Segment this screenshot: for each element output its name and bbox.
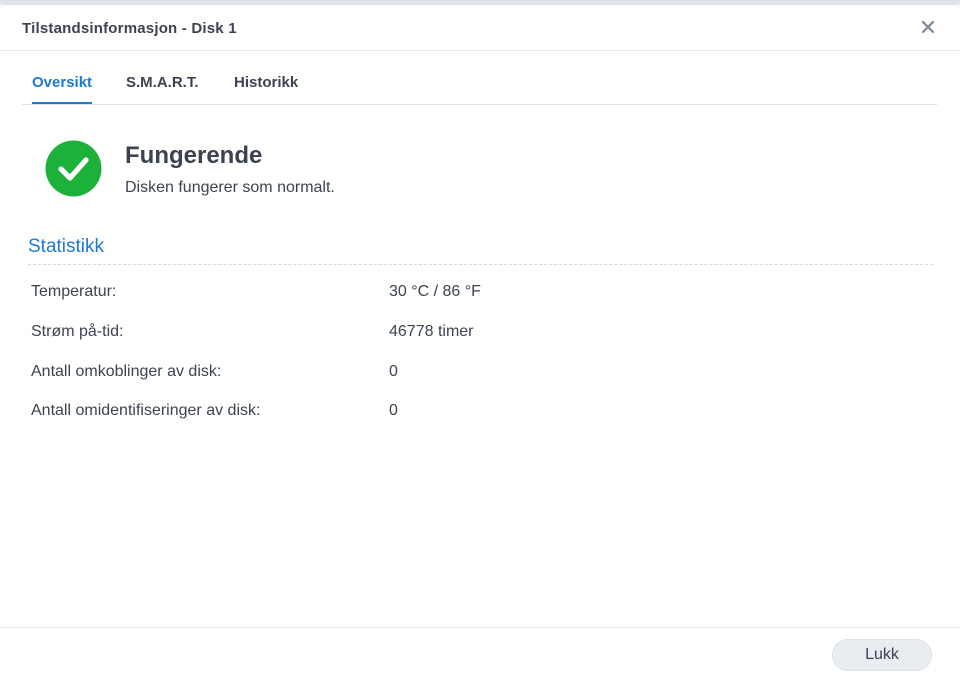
stat-value: 30 °C / 86 °F	[389, 283, 481, 300]
check-circle-icon	[45, 140, 102, 197]
stat-label: Antall omkoblinger av disk:	[31, 363, 222, 380]
status-title: Fungerende	[125, 142, 263, 169]
statistics-heading: Statistikk	[28, 236, 105, 257]
stat-value: 46778 timer	[389, 323, 474, 340]
stat-row-temperature: Temperatur: 30 °C / 86 °F	[31, 283, 911, 305]
stat-label: Strøm på-tid:	[31, 323, 124, 340]
close-button[interactable]: Lukk	[832, 639, 932, 671]
section-divider	[28, 264, 933, 265]
tab-overview[interactable]: Oversikt	[32, 74, 93, 104]
tab-history[interactable]: Historikk	[234, 74, 298, 102]
dialog-title: Tilstandsinformasjon - Disk 1	[22, 20, 237, 37]
dialog-titlebar: Tilstandsinformasjon - Disk 1	[0, 5, 960, 51]
stat-label: Temperatur:	[31, 283, 117, 300]
stat-value: 0	[389, 363, 398, 380]
tab-bar: Oversikt S.M.A.R.T. Historikk	[22, 72, 937, 105]
stat-row-reconnections: Antall omkoblinger av disk: 0	[31, 363, 911, 385]
close-icon[interactable]	[920, 19, 936, 35]
stat-label: Antall omidentifiseringer av disk:	[31, 402, 261, 419]
stat-row-power-on-time: Strøm på-tid: 46778 timer	[31, 323, 911, 345]
tab-smart[interactable]: S.M.A.R.T.	[126, 74, 199, 102]
status-description: Disken fungerer som normalt.	[125, 179, 335, 196]
disk-health-dialog: Tilstandsinformasjon - Disk 1 Oversikt S…	[0, 5, 960, 683]
stat-value: 0	[389, 402, 398, 419]
footer-divider	[0, 627, 960, 628]
stat-row-reidentifications: Antall omidentifiseringer av disk: 0	[31, 402, 911, 424]
